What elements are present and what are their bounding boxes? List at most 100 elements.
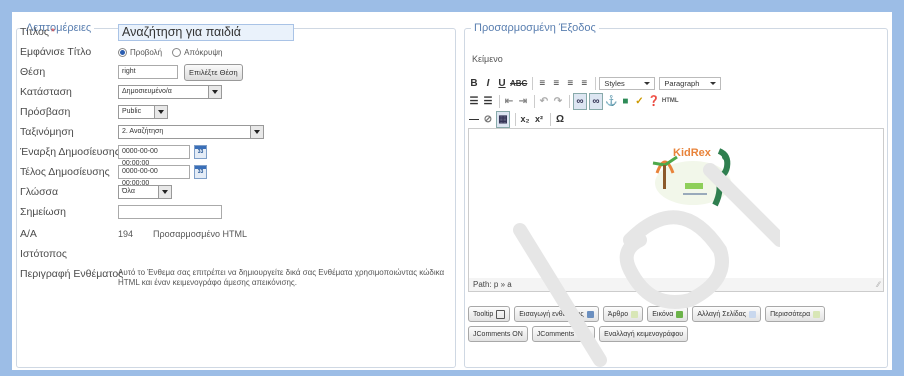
id-row: Α/Α 194 Προσαρμοσμένο HTML	[20, 224, 456, 244]
strikethrough-button[interactable]: ABC	[510, 76, 527, 91]
end-publishing-input[interactable]: 0000-00-00 00:00:00	[118, 165, 190, 187]
read-more-icon	[813, 310, 821, 318]
italic-button[interactable]: I	[482, 76, 494, 91]
link-icon[interactable]: ∞	[573, 92, 587, 110]
align-left-icon[interactable]: ≡	[536, 76, 548, 91]
note-label: Σημείωση	[20, 206, 66, 218]
show-title-hide-label: Απόκρυψη	[184, 47, 223, 57]
horizontal-rule-icon[interactable]: —	[468, 112, 480, 127]
tooltip-icon	[496, 309, 506, 319]
read-more-button[interactable]: Περισσότερα	[765, 306, 826, 322]
numbered-list-icon[interactable]: ☰	[482, 94, 494, 109]
id-value: 194	[118, 229, 134, 239]
redo-icon[interactable]: ↷	[552, 94, 564, 109]
editor-toolbar-2: ☰ ☰ ⇤ ⇥ ↶ ↷ ∞ ∞ ⚓ ■ ✓ ❓ HTML	[468, 92, 884, 110]
show-title-radio[interactable]	[118, 47, 127, 57]
position-label: Θέση	[20, 66, 46, 78]
module-type: Προσαρμοσμένο HTML	[153, 229, 247, 239]
description-row: Περιγραφή Ενθέματος Αυτό το Ένθεμα σας ε…	[20, 266, 456, 292]
title-label: Τίτλος *	[20, 26, 55, 38]
toolbar-separator	[569, 94, 570, 108]
chevron-down-icon	[208, 86, 221, 98]
toolbar-separator	[534, 94, 535, 108]
chevron-down-icon	[250, 126, 263, 138]
kidrex-logo-image: KidRex	[639, 143, 749, 213]
start-publishing-row: Έναρξη Δημοσίευσης 0000-00-00 00:00:00 3…	[20, 142, 456, 167]
align-justify-icon[interactable]: ≡	[578, 76, 590, 91]
start-publishing-input[interactable]: 0000-00-00 00:00:00	[118, 145, 190, 167]
resize-handle-icon[interactable]: ∕∕	[877, 280, 880, 289]
superscript-icon[interactable]: x²	[533, 112, 545, 127]
site-row: Ιστότοπος	[20, 244, 456, 264]
jcomments-off-button[interactable]: JComments OFF	[531, 326, 596, 342]
unlink-icon[interactable]: ∞	[589, 92, 603, 110]
chevron-down-icon	[158, 186, 171, 198]
editor-status-bar: Path: p » a ∕∕	[468, 278, 884, 292]
calendar-icon[interactable]: 33	[194, 145, 207, 159]
visual-aid-icon[interactable]: ▦	[496, 110, 510, 128]
custom-output-legend: Προσαρμοσμένη Έξοδος	[474, 22, 596, 34]
ordering-row: Ταξινόμηση 2. Αναζήτηση	[20, 122, 456, 142]
subscript-icon[interactable]: x₂	[519, 112, 531, 127]
toolbar-separator	[595, 76, 597, 90]
underline-button[interactable]: U	[496, 76, 508, 91]
jcomments-on-button[interactable]: JComments ON	[468, 326, 528, 342]
window-top-border	[0, 0, 904, 12]
window-bottom-border	[0, 370, 904, 376]
anchor-icon[interactable]: ⚓	[605, 94, 617, 109]
bullet-list-icon[interactable]: ☰	[468, 94, 480, 109]
hide-title-radio[interactable]	[172, 47, 182, 57]
status-select-value: Δημοσιευμένο/α	[122, 88, 172, 95]
position-input[interactable]: right	[118, 65, 178, 79]
image-button[interactable]: Εικόνα	[647, 306, 689, 322]
align-right-icon[interactable]: ≡	[564, 76, 576, 91]
show-title-row: Εμφάνισε Τίτλο Προβολή Απόκρυψη	[20, 42, 456, 62]
show-title-show-label: Προβολή	[130, 47, 163, 57]
help-icon[interactable]: ❓	[647, 94, 659, 109]
tooltip-button[interactable]: Tooltip	[468, 306, 511, 322]
title-input[interactable]: Αναζήτηση για παιδιά	[118, 23, 294, 41]
styles-select[interactable]: Styles	[599, 76, 656, 90]
calendar-icon[interactable]: 33	[194, 165, 207, 179]
align-center-icon[interactable]: ≡	[550, 76, 562, 91]
chevron-down-icon	[154, 106, 167, 118]
select-position-button[interactable]: Επιλέξτε Θέση	[184, 63, 243, 81]
details-panel: Λεπτομέρειες Τίτλος * Αναζήτηση για παιδι…	[12, 12, 460, 370]
outdent-icon[interactable]: ⇤	[503, 94, 515, 109]
editor-content-area[interactable]: KidRex	[468, 128, 884, 280]
title-row: Τίτλος * Αναζήτηση για παιδιά	[20, 22, 456, 42]
access-select[interactable]: Public	[118, 105, 168, 119]
access-row: Πρόσβαση Public	[20, 102, 456, 122]
end-publishing-label: Τέλος Δημοσίευσης	[20, 166, 110, 178]
toolbar-separator	[515, 112, 516, 126]
site-label: Ιστότοπος	[20, 248, 67, 260]
image-icon[interactable]: ■	[619, 94, 631, 109]
indent-icon[interactable]: ⇥	[517, 94, 529, 109]
editor-toolbar-1: B I U ABC ≡ ≡ ≡ ≡ Styles Paragraph	[468, 74, 884, 92]
paragraph-select[interactable]: Paragraph	[659, 76, 722, 90]
language-select[interactable]: Όλα	[118, 185, 172, 199]
note-input[interactable]	[118, 205, 222, 219]
remove-format-icon[interactable]: ⊘	[482, 112, 494, 127]
page-break-button[interactable]: Αλλαγή Σελίδας	[692, 306, 762, 322]
toolbar-separator	[550, 112, 551, 126]
language-label: Γλώσσα	[20, 186, 59, 198]
insert-module-button[interactable]: Εισαγωγή ενθέματος	[514, 306, 599, 322]
ordering-select-value: 2. Αναζήτηση	[122, 128, 164, 135]
description-label: Περιγραφή Ενθέματος	[20, 268, 124, 280]
toggle-editor-button[interactable]: Εναλλαγή κειμενογράφου	[599, 326, 689, 342]
id-label: Α/Α	[20, 228, 37, 240]
undo-icon[interactable]: ↶	[538, 94, 550, 109]
window-left-border	[0, 0, 12, 376]
article-button[interactable]: Άρθρο	[602, 306, 644, 322]
ordering-select[interactable]: 2. Αναζήτηση	[118, 125, 264, 139]
description-text: Αυτό το Ένθεμα σας επιτρέπει να δημιουργ…	[118, 268, 445, 287]
status-select[interactable]: Δημοσιευμένο/α	[118, 85, 222, 99]
html-icon[interactable]: HTML	[662, 94, 679, 109]
image-icon	[676, 310, 684, 318]
bold-button[interactable]: B	[468, 76, 480, 91]
show-title-label: Εμφάνισε Τίτλο	[20, 46, 92, 58]
cleanup-icon[interactable]: ✓	[633, 94, 645, 109]
position-row: Θέση right Επιλέξτε Θέση	[20, 62, 456, 82]
special-char-icon[interactable]: Ω	[554, 112, 566, 127]
